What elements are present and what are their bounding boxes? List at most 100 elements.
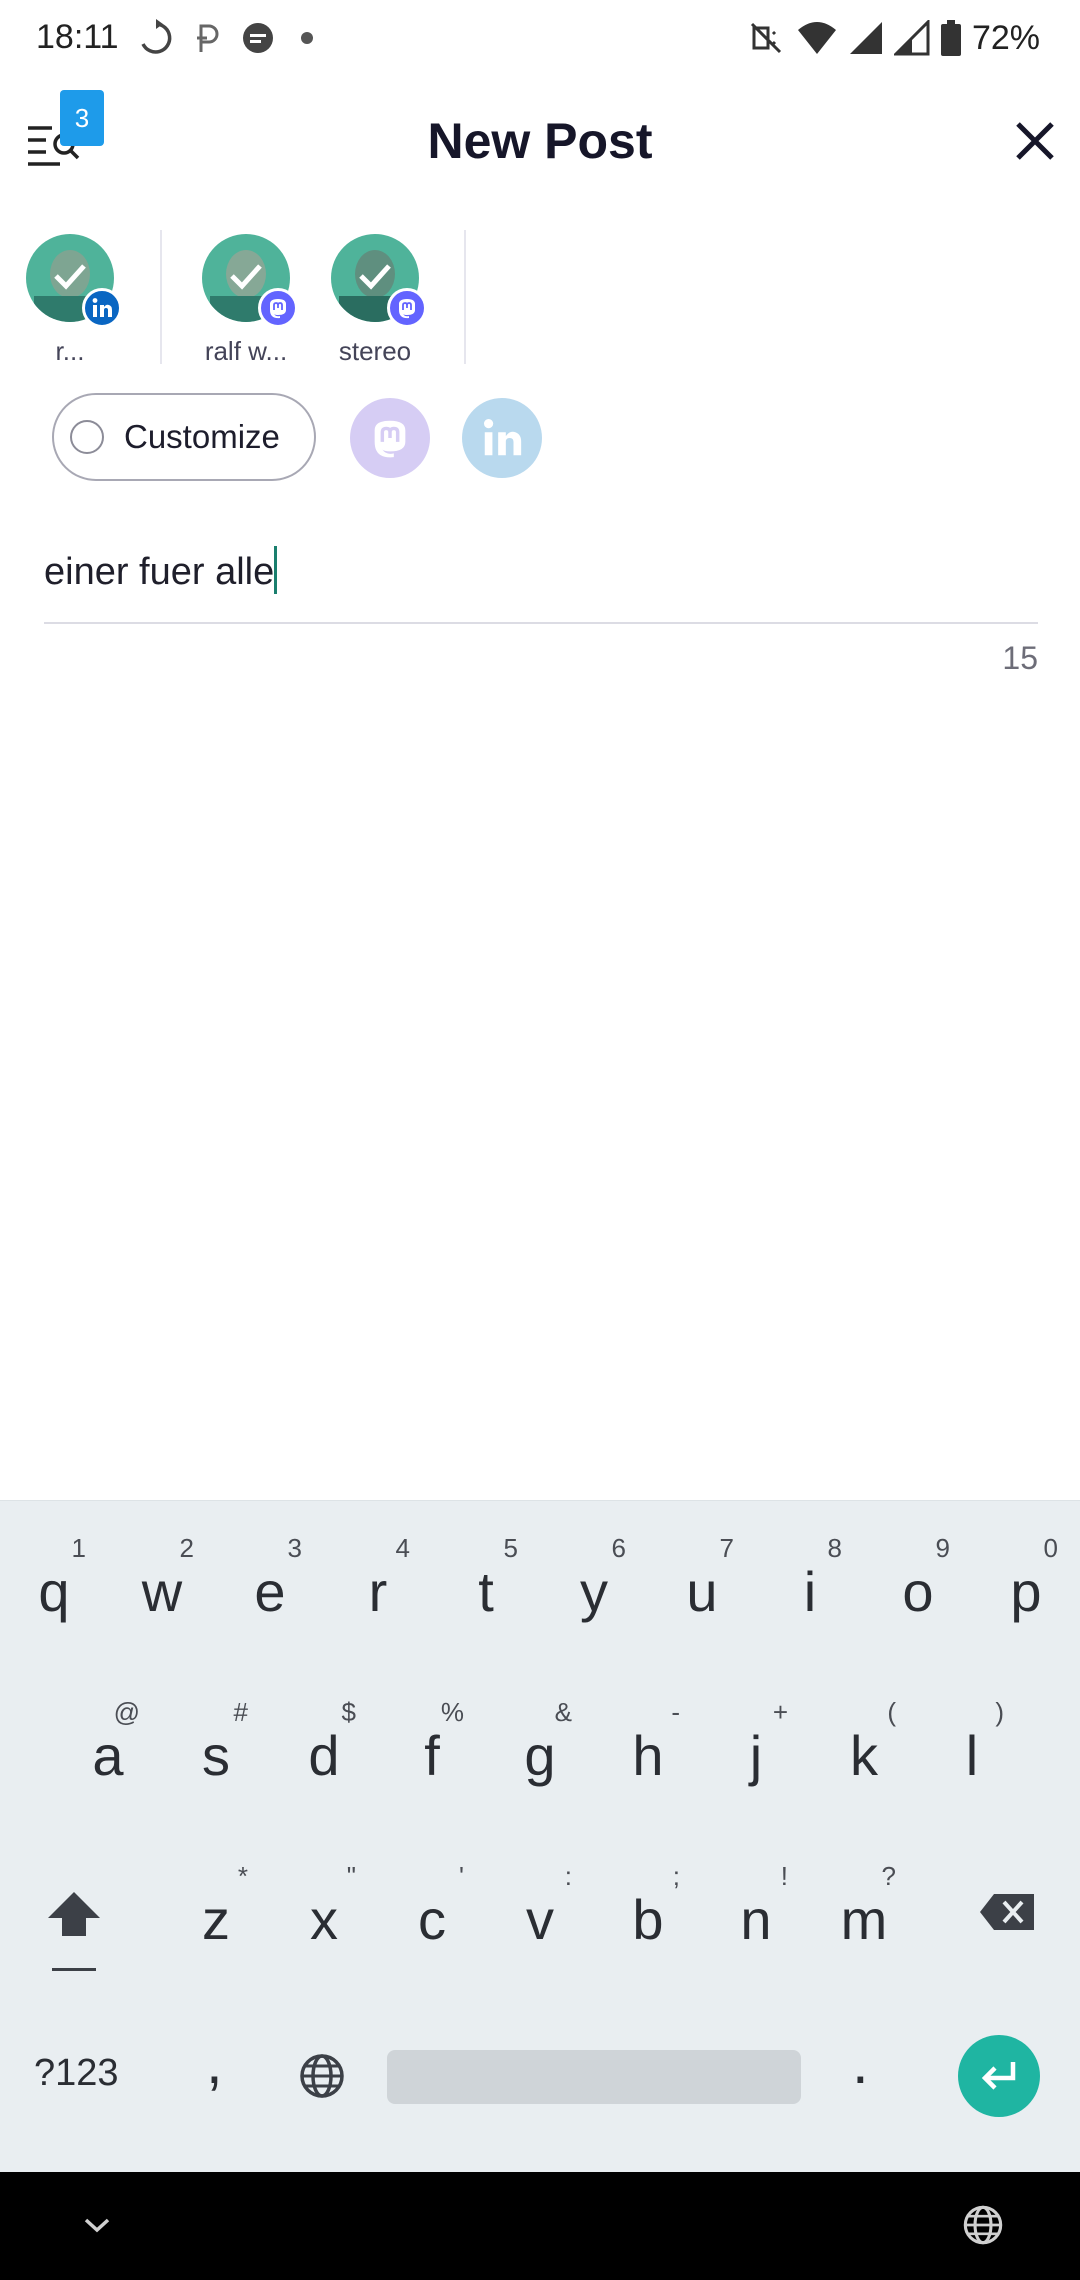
check-icon bbox=[359, 264, 391, 290]
key-l[interactable]: ) l bbox=[922, 1675, 1022, 1815]
check-icon bbox=[230, 264, 262, 290]
space-key[interactable] bbox=[387, 2050, 801, 2104]
backspace-key[interactable] bbox=[952, 1840, 1052, 1980]
key-label: a bbox=[92, 1724, 124, 1787]
mastodon-filter-button[interactable] bbox=[350, 398, 430, 478]
battery-percentage: 72% bbox=[971, 18, 1040, 57]
linkedin-icon bbox=[483, 419, 522, 456]
enter-key[interactable] bbox=[958, 2035, 1040, 2117]
key-p[interactable]: 0p bbox=[976, 1511, 1076, 1651]
radio-button[interactable] bbox=[70, 420, 104, 454]
key-label: e bbox=[254, 1560, 286, 1623]
key-label: m bbox=[840, 1888, 888, 1951]
key-d[interactable]: $ d bbox=[274, 1675, 374, 1815]
key-label: q bbox=[38, 1560, 70, 1623]
key-f[interactable]: % f bbox=[382, 1675, 482, 1815]
key-label: t bbox=[478, 1560, 494, 1623]
globe-icon bbox=[300, 2054, 344, 2098]
key-label: g bbox=[524, 1724, 556, 1787]
language-key[interactable] bbox=[296, 2050, 348, 2107]
key-label: l bbox=[965, 1724, 979, 1787]
account-label: ralf w... bbox=[204, 336, 288, 366]
account-label: stereo bbox=[338, 336, 412, 366]
key-label: b bbox=[632, 1888, 664, 1951]
key-z[interactable]: * z bbox=[166, 1839, 266, 1979]
key-n[interactable]: ! n bbox=[706, 1839, 806, 1979]
character-count: 15 bbox=[1002, 640, 1038, 676]
key-r[interactable]: 4r bbox=[328, 1511, 428, 1651]
key-label: x bbox=[310, 1888, 338, 1951]
key-a[interactable]: @ a bbox=[58, 1675, 158, 1815]
key-u[interactable]: 7u bbox=[652, 1511, 752, 1651]
battery-icon bbox=[940, 20, 961, 56]
key-g[interactable]: & g bbox=[490, 1675, 590, 1815]
text-caret bbox=[274, 546, 278, 594]
key-k[interactable]: (k bbox=[814, 1675, 914, 1815]
key-label: y bbox=[580, 1560, 608, 1623]
enter-icon bbox=[981, 2062, 1016, 2090]
key-label: k bbox=[850, 1724, 878, 1787]
mastodon-badge-icon bbox=[258, 288, 298, 328]
customize-toggle[interactable]: Customize bbox=[52, 393, 316, 481]
key-label: f bbox=[424, 1724, 440, 1787]
linkedin-badge-icon bbox=[82, 288, 122, 328]
key-v[interactable]: :v bbox=[490, 1839, 590, 1979]
key-m[interactable]: ? m bbox=[814, 1839, 914, 1979]
divider bbox=[464, 230, 466, 364]
navigation-bar bbox=[0, 2172, 1080, 2280]
close-button[interactable] bbox=[1012, 118, 1058, 164]
status-time: 18:11 bbox=[36, 18, 119, 56]
account-label: r... bbox=[55, 336, 85, 366]
globe-icon[interactable] bbox=[960, 2202, 1006, 2248]
chat-icon bbox=[243, 23, 273, 53]
key-i[interactable]: 8i bbox=[760, 1511, 860, 1651]
account-item[interactable]: stereo bbox=[315, 230, 435, 367]
sync-icon bbox=[141, 19, 172, 54]
key-label: i bbox=[803, 1560, 817, 1623]
key-s[interactable]: # s bbox=[166, 1675, 266, 1815]
close-icon bbox=[1016, 122, 1054, 160]
shift-icon bbox=[48, 1892, 100, 1971]
key-j[interactable]: + j bbox=[706, 1675, 806, 1815]
period-key[interactable]: . bbox=[852, 2028, 869, 2097]
key-q[interactable]: 1q bbox=[4, 1511, 104, 1651]
post-text: einer fuer alle bbox=[44, 551, 275, 593]
key-label: p bbox=[1010, 1560, 1042, 1623]
key-label: s bbox=[202, 1724, 230, 1787]
avatar bbox=[202, 234, 298, 328]
key-w[interactable]: 2w bbox=[112, 1511, 212, 1651]
account-item[interactable]: ralf w... bbox=[186, 230, 306, 367]
avatar bbox=[331, 234, 427, 328]
dot-icon bbox=[301, 32, 313, 44]
key-c[interactable]: ' c bbox=[382, 1839, 482, 1979]
parking-icon bbox=[197, 24, 219, 52]
shift-key[interactable] bbox=[24, 1840, 124, 1980]
key-y[interactable]: 6y bbox=[544, 1511, 644, 1651]
key-label: n bbox=[740, 1888, 772, 1951]
linkedin-filter-button[interactable] bbox=[462, 398, 542, 478]
mastodon-badge-icon bbox=[387, 288, 427, 328]
key-label: w bbox=[141, 1560, 183, 1623]
key-o[interactable]: 9o bbox=[868, 1511, 968, 1651]
key-b[interactable]: ; b bbox=[598, 1839, 698, 1979]
backspace-icon bbox=[980, 1894, 1034, 1930]
key-label: o bbox=[902, 1560, 934, 1623]
chevron-down-icon[interactable] bbox=[80, 2210, 114, 2240]
account-item[interactable]: r... bbox=[10, 230, 130, 367]
status-bar: 18:11 72% bbox=[0, 0, 1080, 80]
key-label: h bbox=[632, 1724, 664, 1787]
key-h[interactable]: -h bbox=[598, 1675, 698, 1815]
key-label: z bbox=[202, 1888, 230, 1951]
key-label: u bbox=[686, 1560, 718, 1623]
avatar bbox=[26, 234, 122, 328]
comma-key[interactable]: , bbox=[206, 2028, 223, 2097]
key-t[interactable]: 5t bbox=[436, 1511, 536, 1651]
customize-label: Customize bbox=[124, 418, 280, 455]
post-text-input[interactable]: einer fuer alle bbox=[44, 540, 1038, 624]
accounts-selector: r... ralf w... stereo bbox=[0, 230, 1080, 370]
mute-icon bbox=[750, 22, 781, 54]
key-label: c bbox=[418, 1888, 446, 1951]
key-x[interactable]: " x bbox=[274, 1839, 374, 1979]
key-e[interactable]: 3e bbox=[220, 1511, 320, 1651]
symbols-key[interactable]: ?123 bbox=[34, 2052, 119, 2095]
